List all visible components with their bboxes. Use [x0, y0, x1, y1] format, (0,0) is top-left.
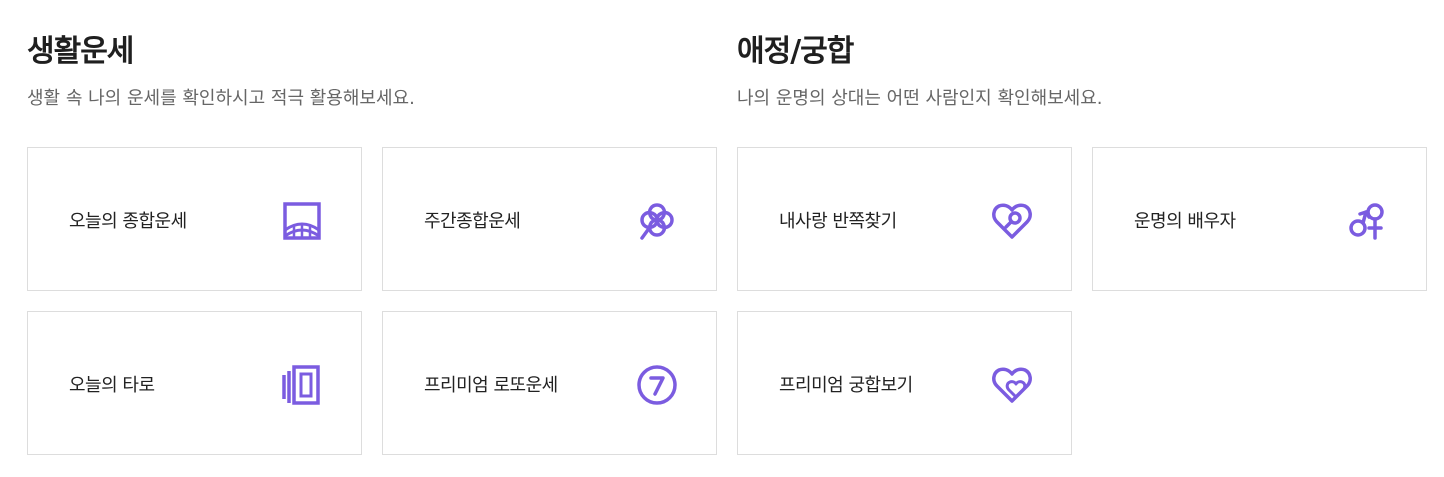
card-label: 프리미엄 궁합보기 [779, 375, 913, 396]
double-heart-icon [991, 364, 1033, 406]
card-weekly-fortune[interactable]: 주간종합운세 [382, 147, 717, 291]
card-premium-lotto[interactable]: 프리미엄 로또운세 [382, 311, 717, 455]
section-title-love: 애정/궁합 [737, 34, 854, 69]
section-title-life: 생활운세 [27, 34, 134, 69]
card-premium-compatibility[interactable]: 프리미엄 궁합보기 [737, 311, 1072, 455]
clover-icon [636, 200, 678, 242]
card-label: 운명의 배우자 [1134, 211, 1236, 232]
card-find-soulmate[interactable]: 내사랑 반쪽찾기 [737, 147, 1072, 291]
lotto-seven-icon [636, 364, 678, 406]
card-label: 오늘의 타로 [69, 375, 155, 396]
card-label: 주간종합운세 [424, 211, 521, 232]
card-today-tarot[interactable]: 오늘의 타로 [27, 311, 362, 455]
section-subtitle-life: 생활 속 나의 운세를 확인하시고 적극 활용해보세요. [27, 88, 415, 109]
card-label: 프리미엄 로또운세 [424, 375, 558, 396]
heart-search-icon [991, 200, 1033, 242]
sunrise-frame-icon [281, 200, 323, 242]
card-destined-spouse[interactable]: 운명의 배우자 [1092, 147, 1427, 291]
card-today-fortune[interactable]: 오늘의 종합운세 [27, 147, 362, 291]
section-subtitle-love: 나의 운명의 상대는 어떤 사람인지 확인해보세요. [737, 88, 1103, 109]
gender-symbols-icon [1346, 200, 1388, 242]
card-label: 내사랑 반쪽찾기 [779, 211, 897, 232]
card-label: 오늘의 종합운세 [69, 211, 187, 232]
tarot-cards-icon [281, 364, 323, 406]
